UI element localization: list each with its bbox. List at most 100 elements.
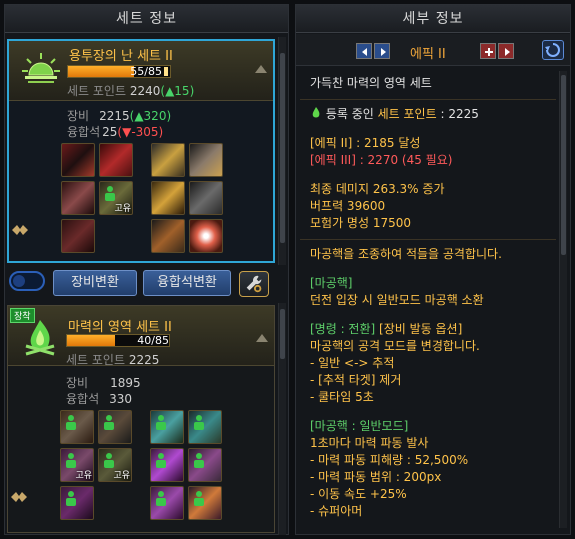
equip-delta: (▲320)	[129, 109, 172, 123]
set-toggle-switch[interactable]	[9, 271, 45, 291]
left-scrollbar[interactable]	[278, 37, 286, 265]
cmd-head-rest: [장비 발동 옵션]	[375, 322, 463, 336]
skill-desc: 마공핵을 조종하여 적들을 공격합니다.	[310, 247, 502, 261]
fusion-figure-icon	[66, 415, 76, 430]
right-scrollbar[interactable]	[559, 71, 567, 528]
detail-points-section: 등록 중인 세트 포인트 : 2225 [에픽 II] : 2185 달성 [에…	[300, 100, 556, 240]
left-scrollbar-thumb[interactable]	[280, 53, 285, 243]
tier-add-button[interactable]	[480, 43, 496, 59]
equipped-badge: 장착	[10, 308, 35, 323]
equipment-slot-necklace[interactable]	[150, 448, 184, 482]
arrow-left-icon	[362, 48, 367, 56]
detail-content: 가득찬 마력의 영역 세트 등록 중인 세트 포인트 : 2225 [에픽 II…	[300, 69, 556, 528]
fusion-label: 융합석	[66, 392, 100, 406]
detail-info-title: 세부 정보	[296, 5, 570, 33]
fusion-figure-icon	[66, 491, 76, 506]
set-card-dragon[interactable]: 용투장의 난 세트 II 55/85 세트 포인트 2240(▲15) 장비 22…	[7, 39, 275, 263]
equipment-slot-ring[interactable]	[189, 143, 223, 177]
set-progress-text: 55/85	[130, 65, 162, 78]
equipment-slot-bottom[interactable]: 고유	[98, 448, 132, 482]
equipment-slot-belt[interactable]	[61, 219, 95, 253]
tier-first-button[interactable]	[356, 43, 372, 59]
registered-prefix: 등록 중인	[325, 107, 378, 121]
flame-icon	[312, 107, 320, 118]
fusion-figure-icon	[156, 415, 166, 430]
equipment-slot-shoulder[interactable]	[61, 181, 95, 215]
tier-label: 에픽 II	[410, 47, 446, 62]
plus-icon	[485, 48, 493, 56]
equipment-slot-top[interactable]	[99, 143, 133, 177]
cmd-head: [명령 : 전환] [장비 발동 옵션]	[310, 321, 548, 338]
set-card-mana[interactable]: 마력의 영역 세트 II 40/85 세트 포인트 2225 장착 장비 1895…	[7, 305, 275, 533]
equip-stat: 장비 2215(▲320)	[67, 107, 171, 124]
normal-opt1: - 마력 파동 피해량 : 52,500%	[310, 453, 469, 467]
fusion-figure-icon	[105, 186, 115, 201]
equipment-slot-shoulder[interactable]: 고유	[60, 448, 94, 482]
mgh-body: 던전 입장 시 일반모드 마공핵 소환	[310, 293, 484, 307]
set-toggle-knob	[13, 275, 25, 287]
fame-line: 모험가 명성 17500	[310, 216, 412, 230]
equipment-slot-bottom[interactable]: 고유	[99, 181, 133, 215]
refresh-icon	[545, 43, 560, 57]
wrench-settings-button[interactable]	[239, 271, 269, 297]
slot-tag: 고유	[75, 471, 92, 481]
normal-body: 1초마다 마력 파동 발사	[310, 436, 429, 450]
set-name: 마력의 영역 세트 II	[68, 320, 172, 335]
fusion-switch-button[interactable]: 융합석변환	[143, 270, 231, 296]
set-point-value: 2240	[129, 84, 161, 98]
equip-switch-button[interactable]: 장비변환	[53, 270, 137, 296]
equipment-slot-bracelet[interactable]	[150, 410, 184, 444]
equipment-slot-necklace[interactable]	[151, 181, 185, 215]
equipment-slot-magic-stone[interactable]	[189, 219, 223, 253]
detail-skill-section: 마공핵을 조종하여 적들을 공격합니다. [마공핵] 던전 입장 시 일반모드 …	[300, 240, 556, 527]
set-progress-bar: 40/85	[66, 334, 170, 347]
right-scrollbar-thumb[interactable]	[561, 75, 566, 255]
cmd-body: 마공핵의 공격 모드를 변경합니다.	[310, 339, 480, 353]
sun-emblem-icon	[22, 53, 60, 83]
set-progress-text: 40/85	[137, 334, 169, 347]
mgh-head: [마공핵]	[310, 276, 353, 290]
equipment-slot-sub[interactable]	[151, 219, 185, 253]
equipment-slot-weapon[interactable]	[60, 410, 94, 444]
equipment-slot-sub[interactable]	[150, 486, 184, 520]
epic2-line: [에픽 II] : 2185 달성	[310, 136, 421, 150]
equipment-slot-earring[interactable]	[189, 181, 223, 215]
collapse-arrow-icon[interactable]	[255, 65, 267, 73]
refresh-button[interactable]	[542, 40, 564, 60]
normal-opt2: - 마력 파동 범위 : 200px	[310, 470, 442, 484]
left-scrollbar-lower[interactable]	[278, 303, 286, 535]
equipment-slot-top[interactable]	[98, 410, 132, 444]
normal-head: [마공핵 : 일반모드]	[310, 419, 409, 433]
tier-selector: 에픽 II	[296, 34, 570, 66]
final-damage-line: 최종 데미지 263.3% 증가	[310, 182, 445, 196]
set-point: 세트 포인트 2240(▲15)	[67, 82, 194, 99]
equipment-slot-earring[interactable]	[188, 448, 222, 482]
fusion-figure-icon	[156, 491, 166, 506]
normal-opt3: - 이동 속도 +25%	[310, 487, 407, 501]
set-name: 용투장의 난 세트 II	[69, 49, 173, 64]
fusion-figure-icon	[104, 453, 114, 468]
equipment-slot-ring[interactable]	[188, 410, 222, 444]
left-scrollbar-lower-thumb[interactable]	[280, 309, 285, 359]
equipment-slot-belt[interactable]	[60, 486, 94, 520]
equipment-slot-magic-stone[interactable]	[188, 486, 222, 520]
fusion-figure-icon	[194, 491, 204, 506]
normal-opt4: - 슈퍼아머	[310, 504, 363, 518]
equip-stat: 장비 1895	[66, 374, 141, 391]
fusion-figure-icon	[194, 415, 204, 430]
fusion-value: 25	[102, 125, 118, 139]
tier-next-button[interactable]	[498, 43, 514, 59]
arrow-right-icon	[505, 48, 510, 56]
tier-prev-button[interactable]	[374, 43, 390, 59]
equipment-slot-weapon[interactable]	[61, 143, 95, 177]
equipment-slot-bracelet[interactable]	[151, 143, 185, 177]
set-progress-cap	[164, 67, 168, 76]
set-full-title: 가득찬 마력의 영역 세트	[310, 76, 432, 90]
detail-info-panel: 세부 정보 에픽 II 가득찬 마력의 영역 세트 등록 중인 세트 포인트:…	[295, 4, 571, 535]
collapse-arrow-icon[interactable]	[256, 334, 268, 342]
fusion-value: 330	[109, 392, 133, 406]
